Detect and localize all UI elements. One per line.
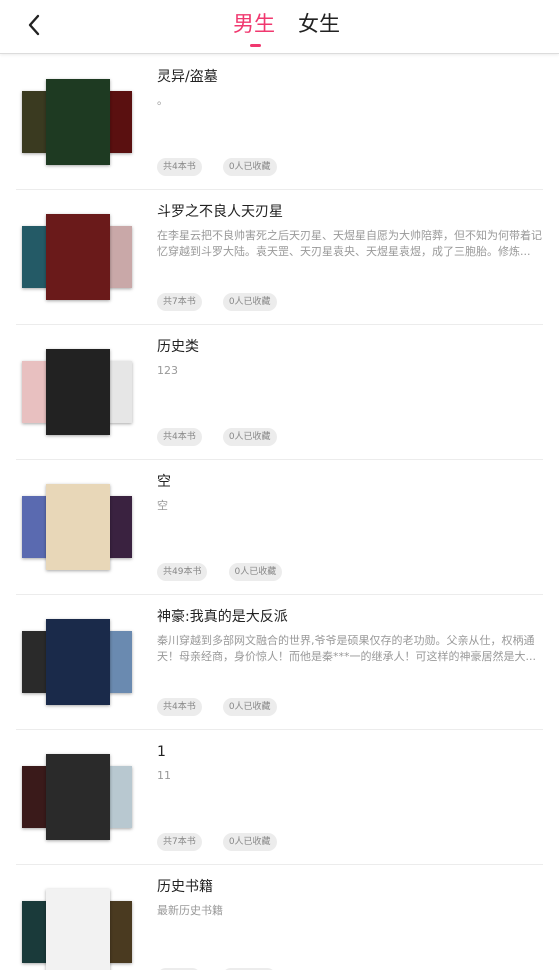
booklist-item[interactable]: 1 11 共7本书 0人已收藏 [0, 730, 559, 865]
booklist-title: 斗罗之不良人天刃星 [157, 204, 283, 220]
booklist-info: 神豪:我真的是大反派 秦川穿越到多部网文融合的世界,爷爷是硕果仅存的老功勋。父亲… [157, 607, 547, 665]
favorites-badge: 0人已收藏 [222, 428, 277, 446]
booklist-item[interactable]: 历史书籍 最新历史书籍 共?本书 0人已收藏 [0, 865, 559, 970]
book-count-badge: 共4本书 [157, 698, 202, 716]
gender-tabs: 男生 女生 [0, 0, 559, 54]
booklist-description: 在李星云把不良帅害死之后天刃星、天煜星自愿为大帅陪葬，但不知为何带着记忆穿越到斗… [157, 229, 542, 258]
booklist-info: 灵异/盗墓 。 [157, 67, 547, 125]
booklist-title: 历史类 [157, 339, 199, 355]
booklist-title: 历史书籍 [157, 879, 213, 895]
booklist-badges: 共7本书 0人已收藏 [157, 293, 293, 311]
cover-stack [22, 214, 134, 300]
booklist-item[interactable]: 神豪:我真的是大反派 秦川穿越到多部网文融合的世界,爷爷是硕果仅存的老功勋。父亲… [0, 595, 559, 730]
booklist-badges: 共49本书 0人已收藏 [157, 563, 298, 581]
favorites-badge: 0人已收藏 [222, 833, 277, 851]
booklist-title: 灵异/盗墓 [157, 69, 218, 85]
book-count-badge: 共4本书 [157, 428, 202, 446]
booklist-badges: 共4本书 0人已收藏 [157, 428, 293, 446]
booklist-description: 。 [157, 94, 168, 107]
booklist-info: 1 11 [157, 742, 547, 800]
app-screen: 男生 女生 灵异/盗墓 。 共4本书 0人已收藏 斗罗之不良人天刃星 在李星云把… [0, 0, 559, 970]
book-count-badge: 共4本书 [157, 158, 202, 176]
book-cover-main [46, 214, 110, 300]
cover-stack [22, 889, 134, 970]
book-cover-main [46, 889, 110, 970]
cover-stack [22, 484, 134, 570]
favorites-badge: 0人已收藏 [222, 158, 277, 176]
booklist-description: 最新历史书籍 [157, 904, 223, 917]
tab-female[interactable]: 女生 [298, 9, 340, 39]
booklist-badges: 共4本书 0人已收藏 [157, 698, 293, 716]
book-count-badge: 共7本书 [157, 293, 202, 311]
booklist-info: 斗罗之不良人天刃星 在李星云把不良帅害死之后天刃星、天煜星自愿为大帅陪葬，但不知… [157, 202, 547, 260]
booklist-title: 1 [157, 744, 166, 760]
booklist-item[interactable]: 空 空 共49本书 0人已收藏 [0, 460, 559, 595]
booklist-item[interactable]: 历史类 123 共4本书 0人已收藏 [0, 325, 559, 460]
booklist-info: 历史书籍 最新历史书籍 [157, 877, 547, 935]
booklist-item[interactable]: 斗罗之不良人天刃星 在李星云把不良帅害死之后天刃星、天煜星自愿为大帅陪葬，但不知… [0, 190, 559, 325]
book-cover-main [46, 79, 110, 165]
book-count-badge: 共7本书 [157, 833, 202, 851]
booklist-description: 空 [157, 499, 168, 512]
booklist-item[interactable]: 灵异/盗墓 。 共4本书 0人已收藏 [0, 55, 559, 190]
active-tab-indicator [250, 44, 261, 47]
book-cover-main [46, 349, 110, 435]
book-cover-main [46, 619, 110, 705]
cover-stack [22, 619, 134, 705]
booklist-list[interactable]: 灵异/盗墓 。 共4本书 0人已收藏 斗罗之不良人天刃星 在李星云把不良帅害死之… [0, 55, 559, 970]
booklist-badges: 共4本书 0人已收藏 [157, 158, 293, 176]
booklist-description: 秦川穿越到多部网文融合的世界,爷爷是硕果仅存的老功勋。父亲从仕，权柄通天！母亲经… [157, 634, 536, 663]
book-cover-main [46, 484, 110, 570]
top-bar: 男生 女生 [0, 0, 559, 54]
booklist-description: 123 [157, 364, 178, 377]
booklist-title: 空 [157, 474, 171, 490]
favorites-badge: 0人已收藏 [228, 563, 283, 581]
favorites-badge: 0人已收藏 [222, 698, 277, 716]
booklist-info: 历史类 123 [157, 337, 547, 395]
cover-stack [22, 349, 134, 435]
cover-stack [22, 754, 134, 840]
booklist-description: 11 [157, 769, 171, 782]
booklist-title: 神豪:我真的是大反派 [157, 609, 288, 625]
book-count-badge: 共49本书 [157, 563, 208, 581]
booklist-badges: 共7本书 0人已收藏 [157, 833, 293, 851]
cover-stack [22, 79, 134, 165]
booklist-info: 空 空 [157, 472, 547, 530]
book-cover-main [46, 754, 110, 840]
favorites-badge: 0人已收藏 [222, 293, 277, 311]
tab-male[interactable]: 男生 [233, 9, 275, 39]
